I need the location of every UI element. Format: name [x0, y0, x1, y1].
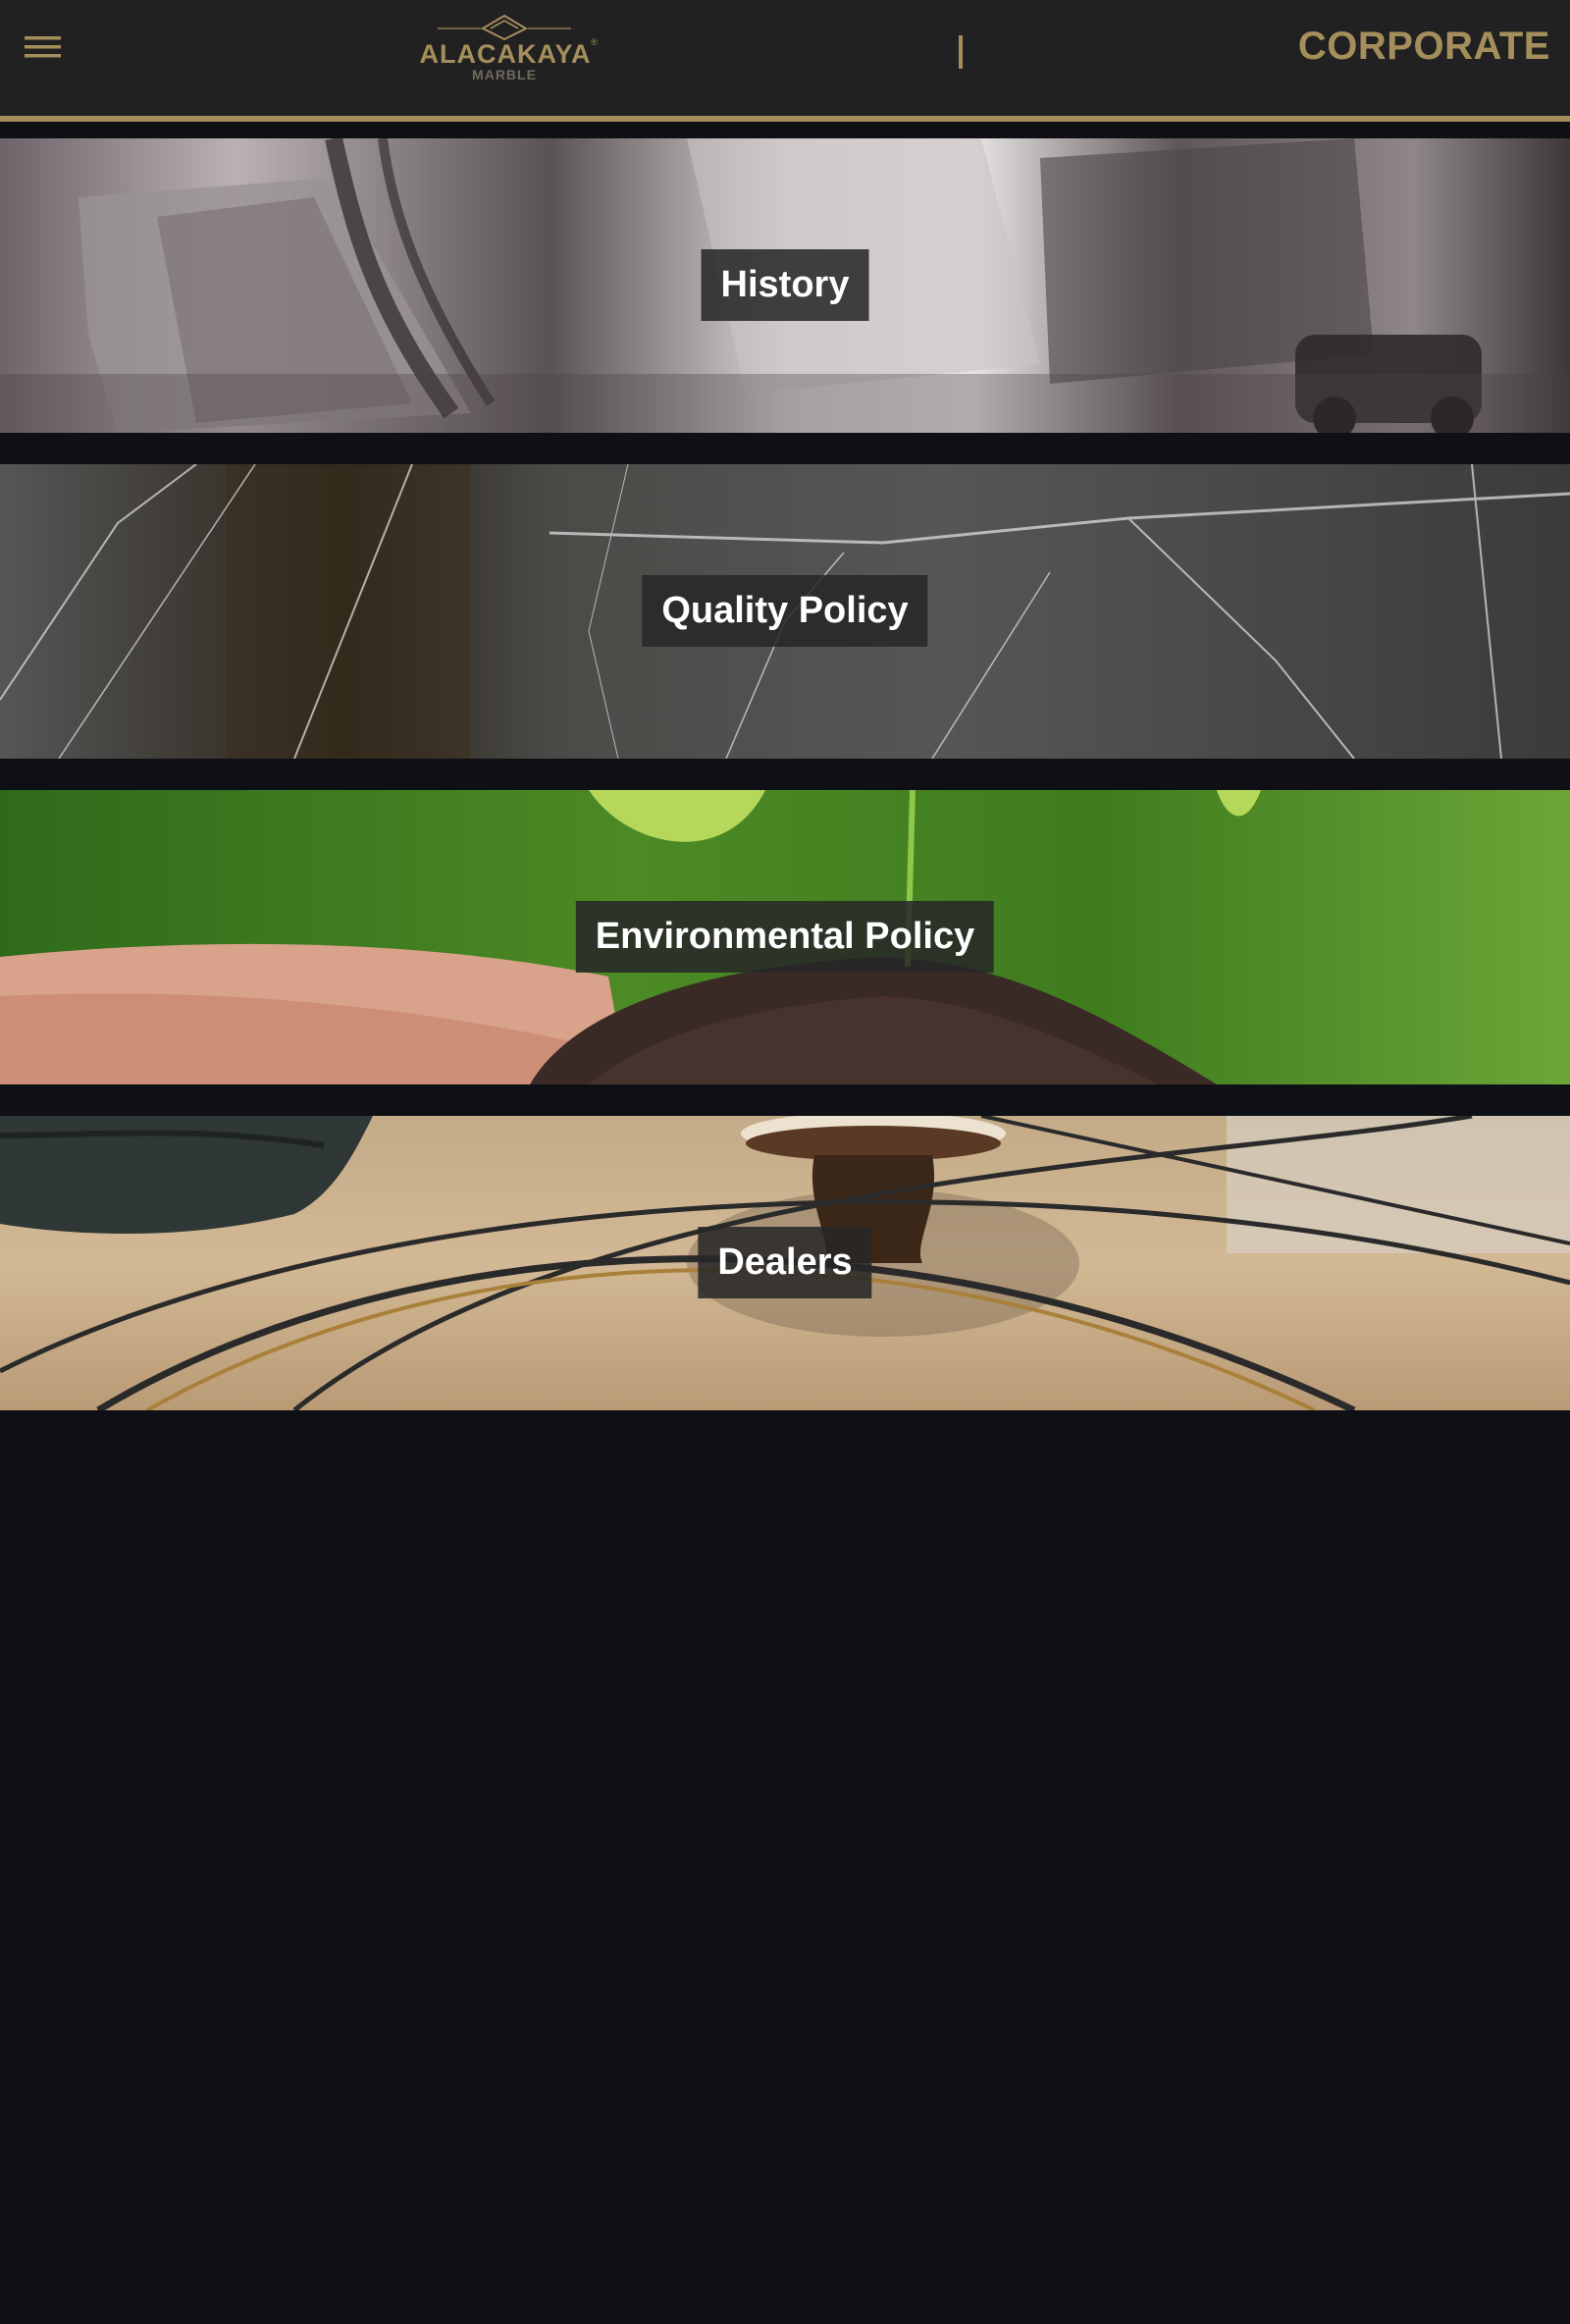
header-divider — [959, 35, 963, 69]
banner-environmental-policy[interactable]: Environmental Policy — [0, 790, 1570, 1084]
hamburger-menu-icon — [25, 36, 61, 58]
logo-subtitle: MARBLE — [472, 67, 537, 82]
banner-label-dealers[interactable]: Dealers — [698, 1227, 872, 1298]
header-spacer — [0, 122, 1570, 138]
top-header: ALACAKAYA ® MARBLE CORPORATE — [0, 0, 1570, 116]
logo-wordmark: ALACAKAYA — [419, 39, 592, 69]
banner-history[interactable]: History — [0, 138, 1570, 433]
banner-label-history[interactable]: History — [701, 249, 869, 321]
banner-label-quality-policy[interactable]: Quality Policy — [642, 575, 928, 647]
banner-dealers[interactable]: Dealers — [0, 1116, 1570, 1410]
banner-label-environmental-policy[interactable]: Environmental Policy — [575, 901, 995, 973]
registered-mark: ® — [591, 37, 598, 47]
banner-quality-policy[interactable]: Quality Policy — [0, 464, 1570, 759]
page-title: CORPORATE — [1297, 25, 1550, 68]
menu-button[interactable] — [22, 29, 67, 65]
alacakaya-logo[interactable]: ALACAKAYA ® MARBLE — [408, 12, 601, 84]
